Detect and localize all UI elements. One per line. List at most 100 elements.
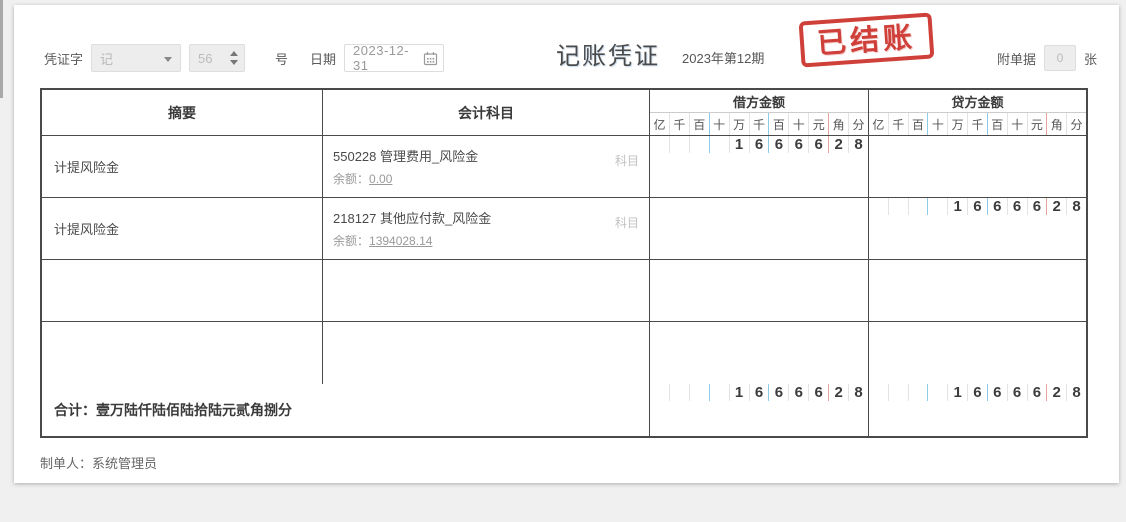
summary-cell[interactable]: 计提风险金 [42, 136, 323, 197]
subject-cell[interactable] [323, 322, 650, 384]
table-row: 计提风险金218127 其他应付款_风险金科目余额：1394028.14 1666… [42, 198, 1086, 260]
attachment-unit-label: 张 [1084, 49, 1097, 68]
amount-digit [928, 384, 948, 401]
digit-label: 万 [948, 113, 968, 135]
amount-grid: 1666628 [650, 384, 868, 401]
amount-digit [650, 384, 670, 401]
debit-amount-cell[interactable] [650, 260, 869, 321]
amount-digit [650, 136, 670, 153]
amount-digit [690, 384, 710, 401]
attachment-count-input[interactable]: 0 [1044, 45, 1076, 71]
voucher-table-body: 计提风险金550228 管理费用_风险金科目余额：0.001666628计提风险… [42, 136, 1086, 384]
amount-digit: 8 [1067, 198, 1086, 215]
subject-cell[interactable]: 218127 其他应付款_风险金科目余额：1394028.14 [323, 198, 650, 259]
attachment-count-value: 0 [1057, 51, 1064, 65]
voucher-number-value: 56 [198, 51, 212, 66]
table-row [42, 322, 1086, 384]
amount-digit [909, 384, 929, 401]
amount-digit: 6 [968, 384, 988, 401]
date-input[interactable]: 2023-12-31 [344, 44, 444, 72]
digit-label: 角 [829, 113, 849, 135]
credit-amount-cell[interactable] [869, 136, 1086, 197]
summary-cell[interactable] [42, 322, 323, 384]
summary-cell[interactable] [42, 260, 323, 321]
amount-digit [670, 384, 690, 401]
amount-digit: 6 [789, 384, 809, 401]
amount-digit: 6 [750, 384, 770, 401]
total-credit-cell: 1666628 [869, 384, 1086, 436]
digit-label: 亿 [650, 113, 670, 135]
digit-label: 亿 [869, 113, 889, 135]
step-up-icon[interactable] [230, 51, 238, 56]
voucher-period: 2023年第12期 [682, 48, 764, 67]
debit-amount-cell[interactable] [650, 322, 869, 384]
digit-label: 百 [909, 113, 929, 135]
amount-digit: 1 [730, 384, 750, 401]
subject-tag: 科目 [615, 152, 639, 169]
total-row: 合计：壹万陆仟陆佰陆拾陆元贰角捌分 1666628 1666628 [42, 384, 1086, 436]
subject-cell[interactable]: 550228 管理费用_风险金科目余额：0.00 [323, 136, 650, 197]
digit-label: 元 [1028, 113, 1048, 135]
chevron-down-icon [164, 57, 172, 62]
amount-digit [889, 384, 909, 401]
digit-label: 分 [1067, 113, 1086, 135]
digit-label: 十 [710, 113, 730, 135]
voucher-word-value: 记 [100, 49, 113, 68]
amount-grid: 1666628 [650, 136, 868, 153]
date-value: 2023-12-31 [353, 43, 419, 73]
column-header-subject: 会计科目 [323, 90, 650, 135]
subject-text: 218127 其他应付款_风险金 [333, 208, 639, 227]
credit-amount-cell[interactable]: 1666628 [869, 198, 1086, 259]
amount-digit [889, 198, 909, 215]
voucher-table: 摘要 会计科目 借方金额 亿千百十万千百十元角分 贷方金额 亿千百十万千百十元角… [40, 88, 1088, 438]
digit-label: 十 [789, 113, 809, 135]
balance-line: 余额：1394028.14 [333, 232, 639, 249]
amount-digit: 6 [769, 384, 789, 401]
digit-label: 千 [968, 113, 988, 135]
digit-label: 千 [889, 113, 909, 135]
debit-amount-cell[interactable] [650, 198, 869, 259]
step-down-icon[interactable] [230, 60, 238, 65]
debit-amount-cell[interactable]: 1666628 [650, 136, 869, 197]
digit-label: 万 [730, 113, 750, 135]
attachment-group: 附单据 0 张 [997, 45, 1097, 71]
stepper-buttons[interactable] [230, 51, 238, 65]
amount-digit: 6 [1028, 198, 1048, 215]
amount-grid: 1666628 [869, 198, 1086, 215]
voucher-number-stepper[interactable]: 56 [189, 44, 245, 72]
amount-digit [928, 198, 948, 215]
title-group: 记账凭证 2023年第12期 [556, 36, 764, 71]
subject-cell[interactable] [323, 260, 650, 321]
voucher-word-select[interactable]: 记 [91, 44, 181, 72]
credit-amount-cell[interactable] [869, 322, 1086, 384]
amount-digit [690, 136, 710, 153]
amount-digit: 6 [968, 198, 988, 215]
balance-value-link[interactable]: 1394028.14 [369, 234, 432, 248]
amount-digit: 8 [1067, 384, 1086, 401]
credit-amount-cell[interactable] [869, 260, 1086, 321]
left-scrollbar[interactable] [0, 0, 3, 98]
digit-label: 百 [769, 113, 789, 135]
amount-digit: 6 [1008, 384, 1028, 401]
amount-digit: 1 [948, 384, 968, 401]
calendar-icon[interactable] [423, 51, 438, 69]
amount-digit [710, 384, 730, 401]
page-title: 记账凭证 [556, 36, 660, 71]
amount-digit: 2 [1047, 384, 1067, 401]
amount-digit: 6 [809, 384, 829, 401]
summary-cell[interactable]: 计提风险金 [42, 198, 323, 259]
amount-digit: 6 [988, 384, 1008, 401]
amount-digit: 8 [849, 384, 868, 401]
balance-label: 余额： [333, 234, 369, 248]
digit-label: 千 [670, 113, 690, 135]
amount-digit [909, 198, 929, 215]
column-header-summary: 摘要 [42, 90, 323, 135]
amount-digit: 2 [829, 384, 849, 401]
digit-label-row: 亿千百十万千百十元角分 [869, 113, 1086, 135]
balance-value-link[interactable]: 0.00 [369, 172, 392, 186]
creator-value: 系统管理员 [92, 456, 157, 471]
voucher-card: 凭证字 记 56 号 日期 2023-12-31 [14, 5, 1119, 483]
balance-line: 余额：0.00 [333, 170, 639, 187]
amount-digit: 6 [988, 198, 1008, 215]
number-unit-label: 号 [275, 49, 288, 68]
